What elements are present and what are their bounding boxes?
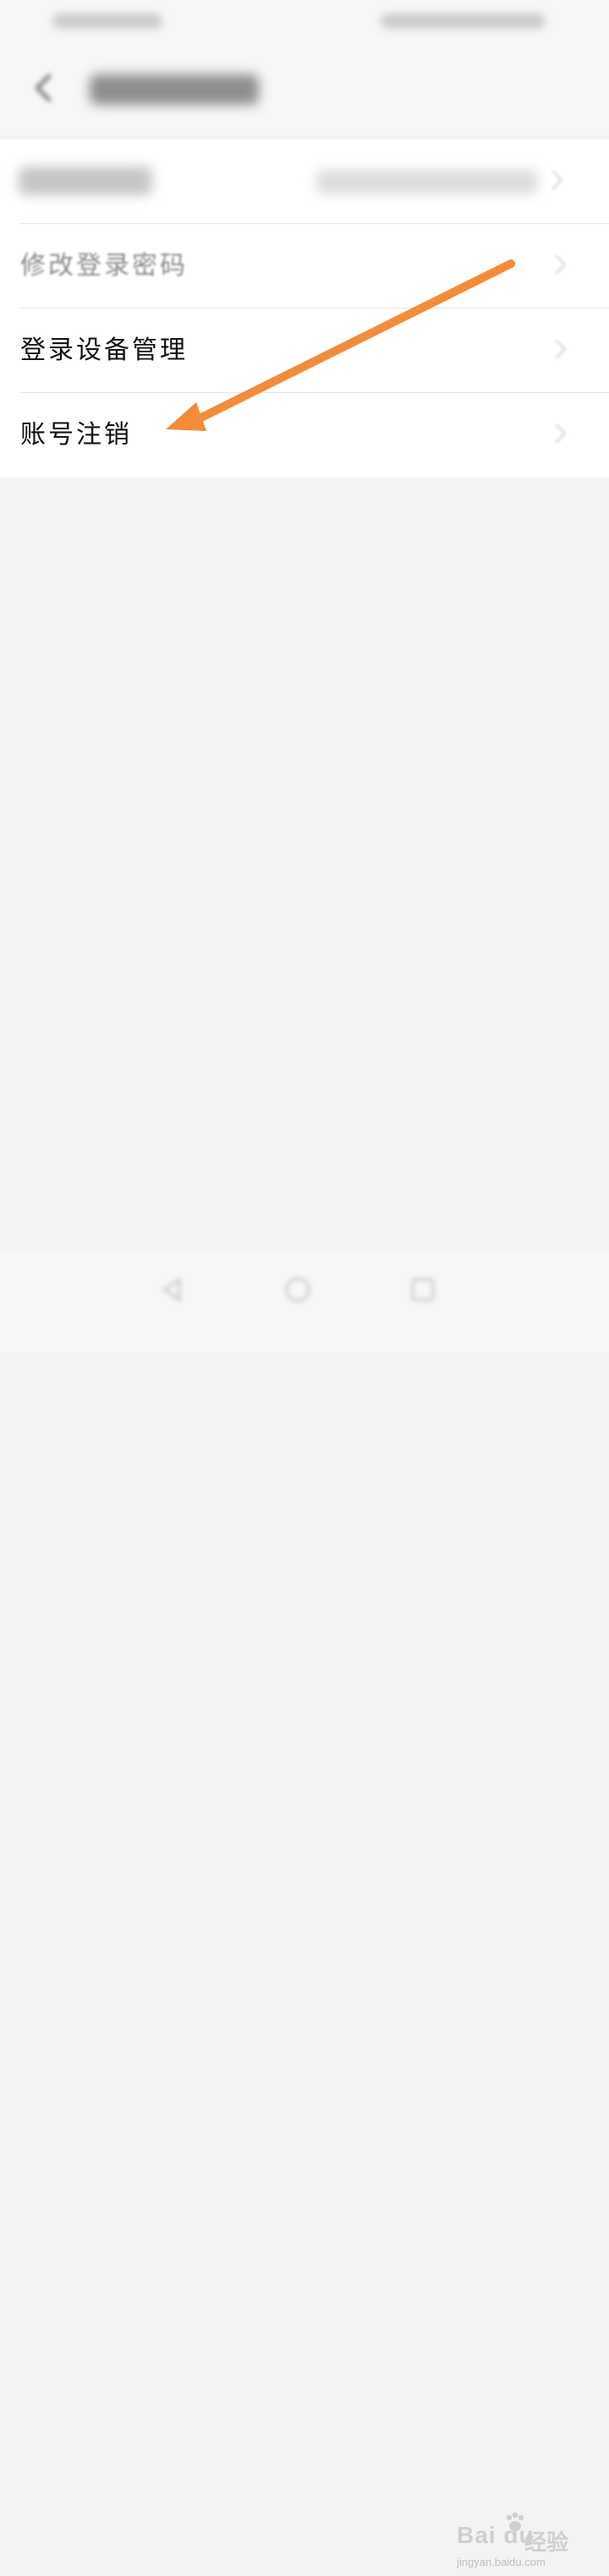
page-title-blurred [90, 74, 259, 105]
chevron-right-icon [543, 170, 563, 190]
list-item-phone-blurred[interactable] [0, 139, 609, 224]
list-item-change-password[interactable]: 修改登录密码 [0, 224, 609, 308]
system-nav-bar: Bai du 经验 jingyan.baidu.com [0, 1251, 609, 2568]
status-bar-right-blurred [381, 14, 546, 29]
nav-recent-icon[interactable] [408, 1274, 438, 1305]
settings-list: 修改登录密码 登录设备管理 账号注销 [0, 139, 609, 478]
chevron-right-icon [546, 339, 567, 359]
nav-back-icon[interactable] [157, 1274, 188, 1305]
chevron-right-icon [546, 254, 567, 275]
nav-home-icon[interactable] [283, 1274, 313, 1305]
chevron-right-icon [546, 423, 567, 444]
list-item-value-blurred [316, 170, 538, 194]
watermark: Bai du 经验 jingyan.baidu.com [457, 2512, 584, 2576]
status-bar [0, 0, 609, 42]
status-bar-left-blurred [52, 14, 162, 29]
list-item-label-blurred [19, 166, 152, 195]
page-header [0, 42, 609, 135]
watermark-url: jingyan.baidu.com [457, 2556, 546, 2568]
list-item-account-cancellation[interactable]: 账号注销 [0, 393, 609, 478]
back-arrow-icon[interactable] [25, 69, 63, 106]
list-item-label: 账号注销 [20, 420, 132, 450]
list-item-label: 登录设备管理 [20, 336, 188, 365]
watermark-text: 经验 [524, 2530, 569, 2556]
list-item-device-management[interactable]: 登录设备管理 [0, 308, 609, 393]
list-item-label: 修改登录密码 [20, 251, 188, 281]
